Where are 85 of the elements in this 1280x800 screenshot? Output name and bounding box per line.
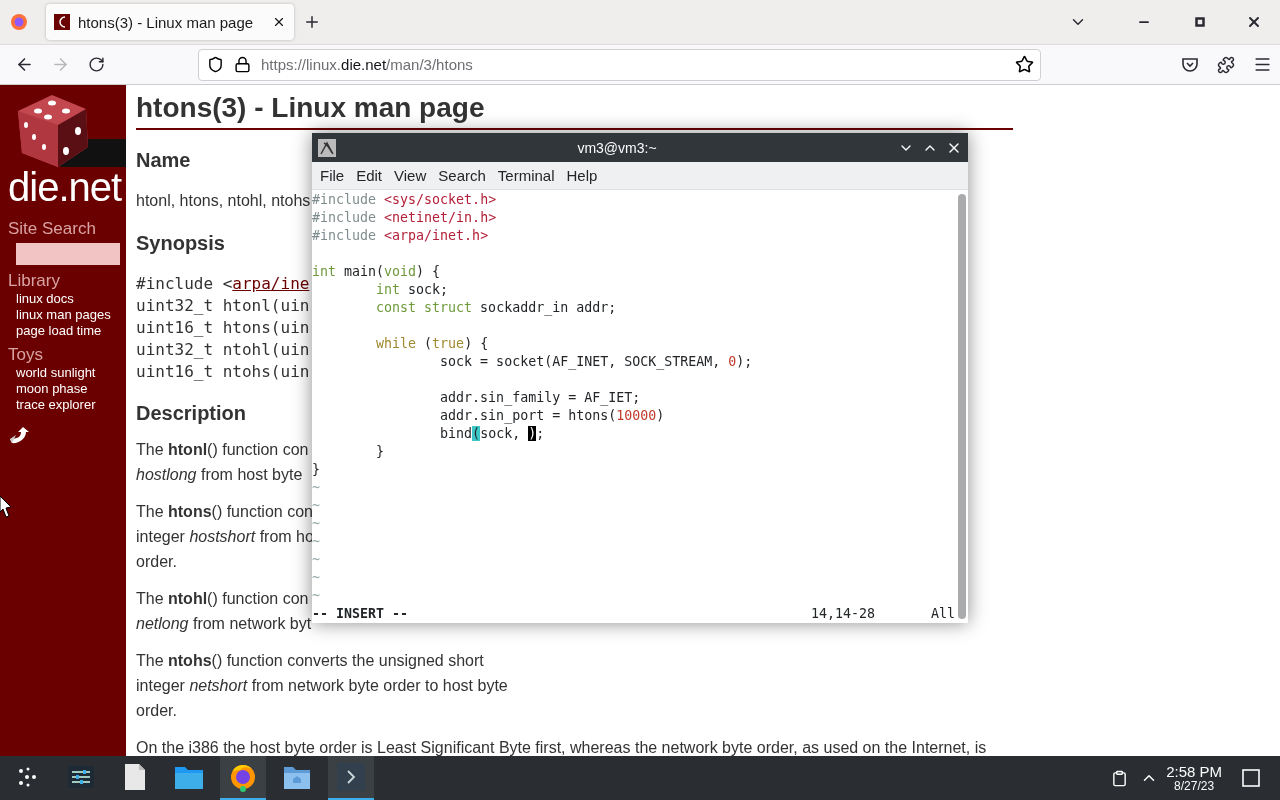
synopsis-line: #include <arpa/ine <box>136 273 310 295</box>
menu-item[interactable]: Terminal <box>491 167 561 184</box>
section-heading: Description <box>136 401 247 425</box>
code-line: #include <sys/socket.h> <box>312 191 497 209</box>
empty-line-marker: ~ <box>312 515 321 533</box>
page-title: htons(3) - Linux man page <box>136 93 1013 130</box>
plus-icon <box>303 13 321 31</box>
menu-item[interactable]: View <box>388 167 433 184</box>
sidebar-link[interactable]: linux docs <box>0 291 126 307</box>
reload-icon <box>87 56 105 73</box>
empty-line-marker: ~ <box>312 569 321 587</box>
empty-line-marker: ~ <box>312 587 321 605</box>
empty-line-marker: ~ <box>312 551 321 569</box>
folder-icon <box>174 764 204 790</box>
cursor-position: 14,14-28 <box>810 605 875 623</box>
empty-line-marker: ~ <box>312 479 321 497</box>
sidebar-link[interactable]: page load time <box>0 323 126 339</box>
scrollbar[interactable] <box>957 194 966 619</box>
home-folder-icon <box>283 764 311 790</box>
description-paragraph: On the i386 the host byte order is Least Significant Byte first, whereas the network byte order, as used on the Internet, is <box>136 738 987 758</box>
sidebar-link[interactable]: moon phase <box>0 381 126 397</box>
code-line: int main(void) { <box>312 263 441 281</box>
clipboard-icon[interactable] <box>1111 769 1129 787</box>
pocket-icon <box>1181 55 1199 74</box>
taskbar-item[interactable] <box>220 756 266 800</box>
sidebar-link[interactable]: trace explorer <box>0 397 126 413</box>
code-line: bind(sock, ); <box>439 425 545 443</box>
close-icon <box>1246 14 1262 30</box>
synopsis-line: uint32_t htonl(uin <box>136 295 310 317</box>
close-icon[interactable] <box>272 15 286 29</box>
menu-item[interactable]: Help <box>560 167 604 184</box>
puzzle-icon <box>1217 55 1235 74</box>
search-field[interactable] <box>16 243 120 265</box>
clock[interactable]: 2:58 PM 8/27/23 <box>1166 763 1222 793</box>
code-line: addr.sin_port = htons(10000) <box>439 407 665 425</box>
mouse-pointer-icon <box>0 496 12 520</box>
menu-item[interactable]: File <box>314 167 351 184</box>
description-paragraph: The ntohl() function con netlong from network byt <box>136 589 312 634</box>
sliders-icon <box>68 766 94 788</box>
menu-item[interactable]: Search <box>432 167 492 184</box>
section-heading: Synopsis <box>136 231 225 255</box>
terminal-icon <box>337 763 365 791</box>
code-line: while (true) { <box>375 335 489 353</box>
search-label: Site Search <box>7 219 97 239</box>
code-line: #include <netinet/in.h> <box>312 209 497 227</box>
site-logo[interactable]: die.net <box>0 167 126 207</box>
description-paragraph: The ntohs() function converts the unsigned short integer netshort from network byte order to host byte order. <box>136 651 508 721</box>
menu-icon <box>1252 55 1272 74</box>
code-line: #include <arpa/inet.h> <box>312 227 489 245</box>
bookmark-star-icon[interactable] <box>1015 55 1034 74</box>
sidebar-link[interactable]: linux man pages <box>0 307 126 323</box>
name-text: htonl, htons, ntohl, ntohs <box>136 191 311 211</box>
menu-item[interactable]: Edit <box>350 167 389 184</box>
lock-icon <box>234 56 251 73</box>
sidebar-link[interactable]: world sunlight <box>0 365 126 381</box>
document-icon <box>124 763 146 791</box>
window-title: vm3@vm3:~ <box>576 139 658 156</box>
code-line: int sock; <box>375 281 449 299</box>
synopsis-line: uint32_t ntohl(uin <box>136 339 310 361</box>
browser-tab[interactable]: htons(3) - Linux man page <box>46 4 294 40</box>
mode-indicator: -- INSERT -- <box>312 605 409 623</box>
header-link[interactable]: arpa/ine <box>232 274 310 293</box>
scroll-position: All <box>930 605 955 623</box>
shield-icon <box>207 56 224 73</box>
synopsis-line: uint16_t ntohs(uin <box>136 361 310 383</box>
curved-arrow-icon <box>8 427 30 445</box>
favicon-icon <box>54 14 70 30</box>
synopsis-line: uint16_t htons(uin <box>136 317 310 339</box>
maximize-icon <box>1195 17 1205 27</box>
code-line: const struct sockaddr_in addr; <box>375 299 617 317</box>
sidebar-heading: Library <box>7 271 61 291</box>
address-bar[interactable]: https://linux.die.net/man/3/htons <box>198 48 1041 81</box>
show-desktop-icon[interactable] <box>1242 769 1260 787</box>
firefox-icon <box>10 13 28 31</box>
description-paragraph: The htonl() function con hostlong from host byte <box>136 440 309 485</box>
code-line: } <box>375 443 385 461</box>
app-icon <box>318 138 336 157</box>
code-line: } <box>312 461 320 479</box>
code-line: addr.sin_family = AF_IET; <box>439 389 641 407</box>
sidebar-heading: Toys <box>7 345 44 365</box>
firefox-icon <box>228 762 258 792</box>
code-line: sock = socket(AF_INET, SOCK_STREAM, 0); <box>439 353 753 371</box>
empty-line-marker: ~ <box>312 533 321 551</box>
empty-line-marker: ~ <box>312 497 321 515</box>
section-heading: Name <box>136 148 191 172</box>
